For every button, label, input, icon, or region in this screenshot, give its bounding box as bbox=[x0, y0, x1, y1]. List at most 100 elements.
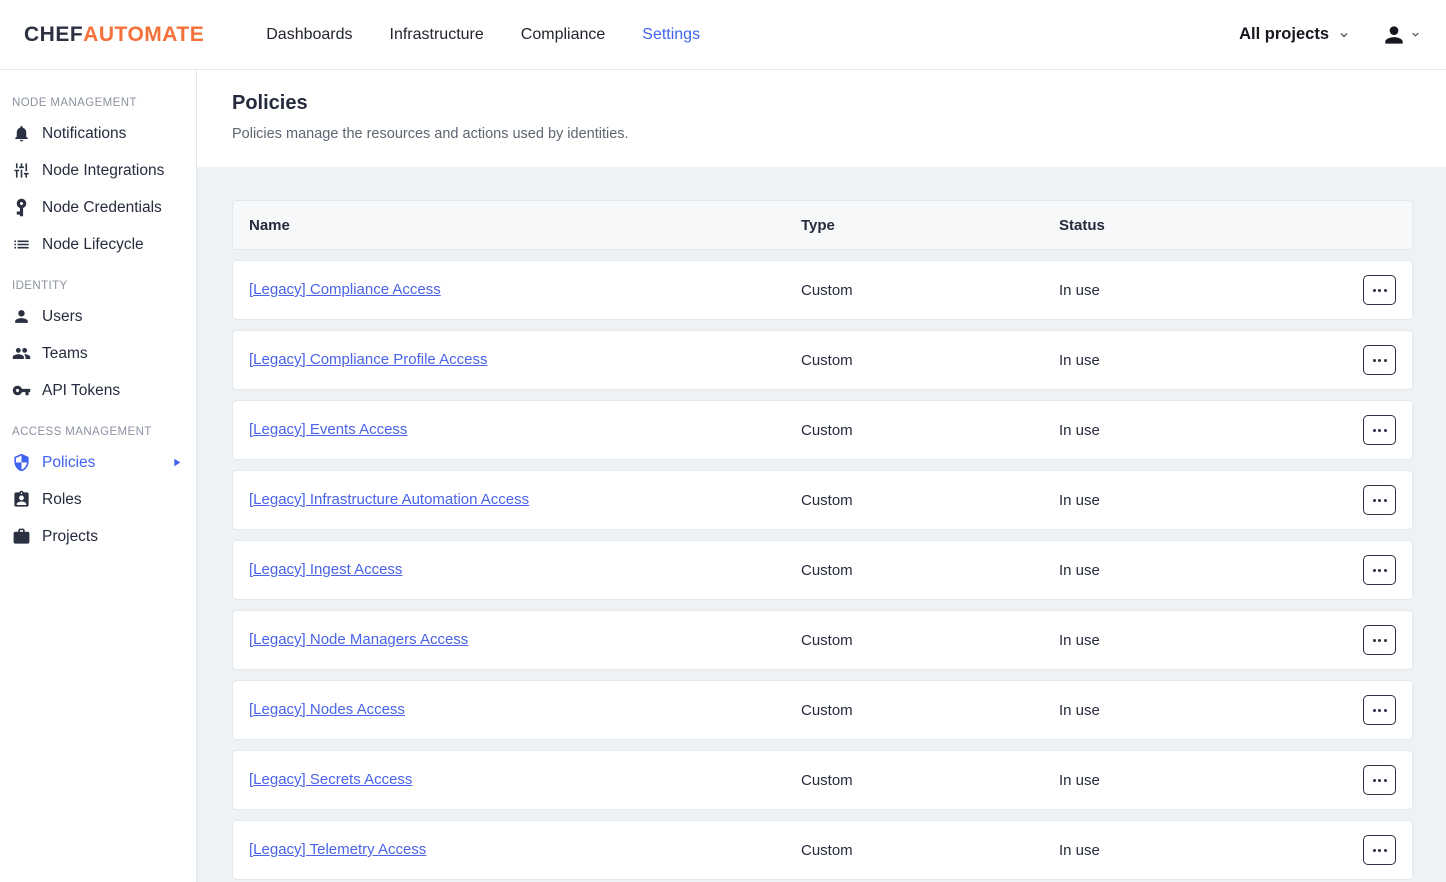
sidebar-item-node-integrations[interactable]: Node Integrations bbox=[0, 152, 196, 189]
table-row: [Legacy] Telemetry Access Custom In use bbox=[232, 820, 1413, 880]
sidebar-item-notifications[interactable]: Notifications bbox=[0, 115, 196, 152]
projects-filter-dropdown[interactable]: All projects bbox=[1239, 25, 1351, 44]
table-row: [Legacy] Secrets Access Custom In use bbox=[232, 750, 1413, 810]
badge-icon bbox=[12, 490, 31, 509]
sidebar-item-roles[interactable]: Roles bbox=[0, 481, 196, 518]
policy-type: Custom bbox=[801, 702, 1059, 719]
policy-status: In use bbox=[1059, 702, 1348, 719]
key-vertical-icon bbox=[12, 198, 31, 217]
page-title: Policies bbox=[232, 92, 1411, 115]
table-row: [Legacy] Compliance Access Custom In use bbox=[232, 260, 1413, 320]
table-row: [Legacy] Ingest Access Custom In use bbox=[232, 540, 1413, 600]
group-icon bbox=[12, 344, 31, 363]
policy-link[interactable]: [Legacy] Events Access bbox=[249, 421, 407, 438]
policy-link[interactable]: [Legacy] Nodes Access bbox=[249, 701, 405, 718]
policy-type: Custom bbox=[801, 282, 1059, 299]
policy-link[interactable]: [Legacy] Compliance Profile Access bbox=[249, 351, 487, 368]
column-header-name: Name bbox=[249, 217, 801, 234]
policy-type: Custom bbox=[801, 422, 1059, 439]
arrow-right-icon bbox=[170, 456, 183, 469]
sidebar-item-users[interactable]: Users bbox=[0, 298, 196, 335]
policy-link[interactable]: [Legacy] Ingest Access bbox=[249, 561, 402, 578]
chevron-down-icon bbox=[1337, 28, 1351, 42]
sidebar-item-label: Users bbox=[42, 308, 82, 326]
sidebar-item-policies[interactable]: Policies bbox=[0, 444, 196, 481]
policy-status: In use bbox=[1059, 562, 1348, 579]
table-row: [Legacy] Compliance Profile Access Custo… bbox=[232, 330, 1413, 390]
bell-icon bbox=[12, 124, 31, 143]
policies-table: Name Type Status [Legacy] Compliance Acc… bbox=[232, 200, 1413, 880]
row-menu-button[interactable] bbox=[1363, 625, 1396, 655]
policy-status: In use bbox=[1059, 772, 1348, 789]
policy-link[interactable]: [Legacy] Infrastructure Automation Acces… bbox=[249, 491, 529, 508]
person-icon bbox=[1381, 22, 1407, 48]
shield-icon bbox=[12, 453, 31, 472]
sidebar-item-label: Node Lifecycle bbox=[42, 236, 144, 254]
sidebar-item-node-credentials[interactable]: Node Credentials bbox=[0, 189, 196, 226]
row-menu-button[interactable] bbox=[1363, 555, 1396, 585]
table-header-row: Name Type Status bbox=[232, 200, 1413, 250]
settings-sidebar: NODE MANAGEMENT Notifications Node Integ… bbox=[0, 70, 197, 882]
policy-status: In use bbox=[1059, 352, 1348, 369]
key-icon bbox=[12, 381, 31, 400]
sidebar-section-access-management: ACCESS MANAGEMENT bbox=[12, 426, 184, 438]
list-icon bbox=[12, 235, 31, 254]
table-row: [Legacy] Node Managers Access Custom In … bbox=[232, 610, 1413, 670]
nav-settings[interactable]: Settings bbox=[642, 26, 700, 44]
sidebar-item-label: API Tokens bbox=[42, 382, 120, 400]
sidebar-item-label: Notifications bbox=[42, 125, 126, 143]
policy-type: Custom bbox=[801, 632, 1059, 649]
nav-infrastructure[interactable]: Infrastructure bbox=[390, 26, 484, 44]
logo-automate: AUTOMATE bbox=[83, 23, 204, 46]
column-header-type: Type bbox=[801, 217, 1059, 234]
row-menu-button[interactable] bbox=[1363, 695, 1396, 725]
table-row: [Legacy] Events Access Custom In use bbox=[232, 400, 1413, 460]
policy-status: In use bbox=[1059, 632, 1348, 649]
policy-type: Custom bbox=[801, 562, 1059, 579]
sidebar-item-projects[interactable]: Projects bbox=[0, 518, 196, 555]
sidebar-item-label: Roles bbox=[42, 491, 82, 509]
policy-status: In use bbox=[1059, 842, 1348, 859]
row-menu-button[interactable] bbox=[1363, 835, 1396, 865]
column-header-status: Status bbox=[1059, 217, 1348, 234]
policy-type: Custom bbox=[801, 842, 1059, 859]
top-navbar: CHEFAUTOMATE Dashboards Infrastructure C… bbox=[0, 0, 1446, 70]
table-row: [Legacy] Infrastructure Automation Acces… bbox=[232, 470, 1413, 530]
policy-link[interactable]: [Legacy] Node Managers Access bbox=[249, 631, 468, 648]
row-menu-button[interactable] bbox=[1363, 275, 1396, 305]
policy-link[interactable]: [Legacy] Telemetry Access bbox=[249, 841, 426, 858]
sidebar-item-label: Teams bbox=[42, 345, 88, 363]
nav-dashboards[interactable]: Dashboards bbox=[266, 26, 352, 44]
sliders-icon bbox=[12, 161, 31, 180]
sidebar-section-identity: IDENTITY bbox=[12, 280, 184, 292]
policy-type: Custom bbox=[801, 492, 1059, 509]
main-nav: Dashboards Infrastructure Compliance Set… bbox=[266, 26, 700, 44]
person-icon bbox=[12, 307, 31, 326]
sidebar-item-label: Projects bbox=[42, 528, 98, 546]
main-content: Policies Policies manage the resources a… bbox=[197, 70, 1446, 882]
table-row: [Legacy] Nodes Access Custom In use bbox=[232, 680, 1413, 740]
sidebar-item-api-tokens[interactable]: API Tokens bbox=[0, 372, 196, 409]
sidebar-item-node-lifecycle[interactable]: Node Lifecycle bbox=[0, 226, 196, 263]
page-header: Policies Policies manage the resources a… bbox=[197, 70, 1446, 167]
policy-type: Custom bbox=[801, 352, 1059, 369]
projects-filter-value: All projects bbox=[1239, 25, 1329, 44]
sidebar-section-node-management: NODE MANAGEMENT bbox=[12, 97, 184, 109]
row-menu-button[interactable] bbox=[1363, 345, 1396, 375]
sidebar-item-label: Node Integrations bbox=[42, 162, 164, 180]
chef-automate-logo[interactable]: CHEFAUTOMATE bbox=[24, 23, 204, 47]
policy-status: In use bbox=[1059, 492, 1348, 509]
row-menu-button[interactable] bbox=[1363, 765, 1396, 795]
row-menu-button[interactable] bbox=[1363, 415, 1396, 445]
policy-link[interactable]: [Legacy] Secrets Access bbox=[249, 771, 412, 788]
chevron-down-icon bbox=[1409, 28, 1422, 41]
sidebar-item-label: Policies bbox=[42, 454, 95, 472]
policy-link[interactable]: [Legacy] Compliance Access bbox=[249, 281, 441, 298]
policy-type: Custom bbox=[801, 772, 1059, 789]
navbar-right: All projects bbox=[1239, 22, 1422, 48]
row-menu-button[interactable] bbox=[1363, 485, 1396, 515]
user-menu[interactable] bbox=[1381, 22, 1422, 48]
sidebar-item-teams[interactable]: Teams bbox=[0, 335, 196, 372]
page-description: Policies manage the resources and action… bbox=[232, 126, 1411, 142]
nav-compliance[interactable]: Compliance bbox=[521, 26, 605, 44]
